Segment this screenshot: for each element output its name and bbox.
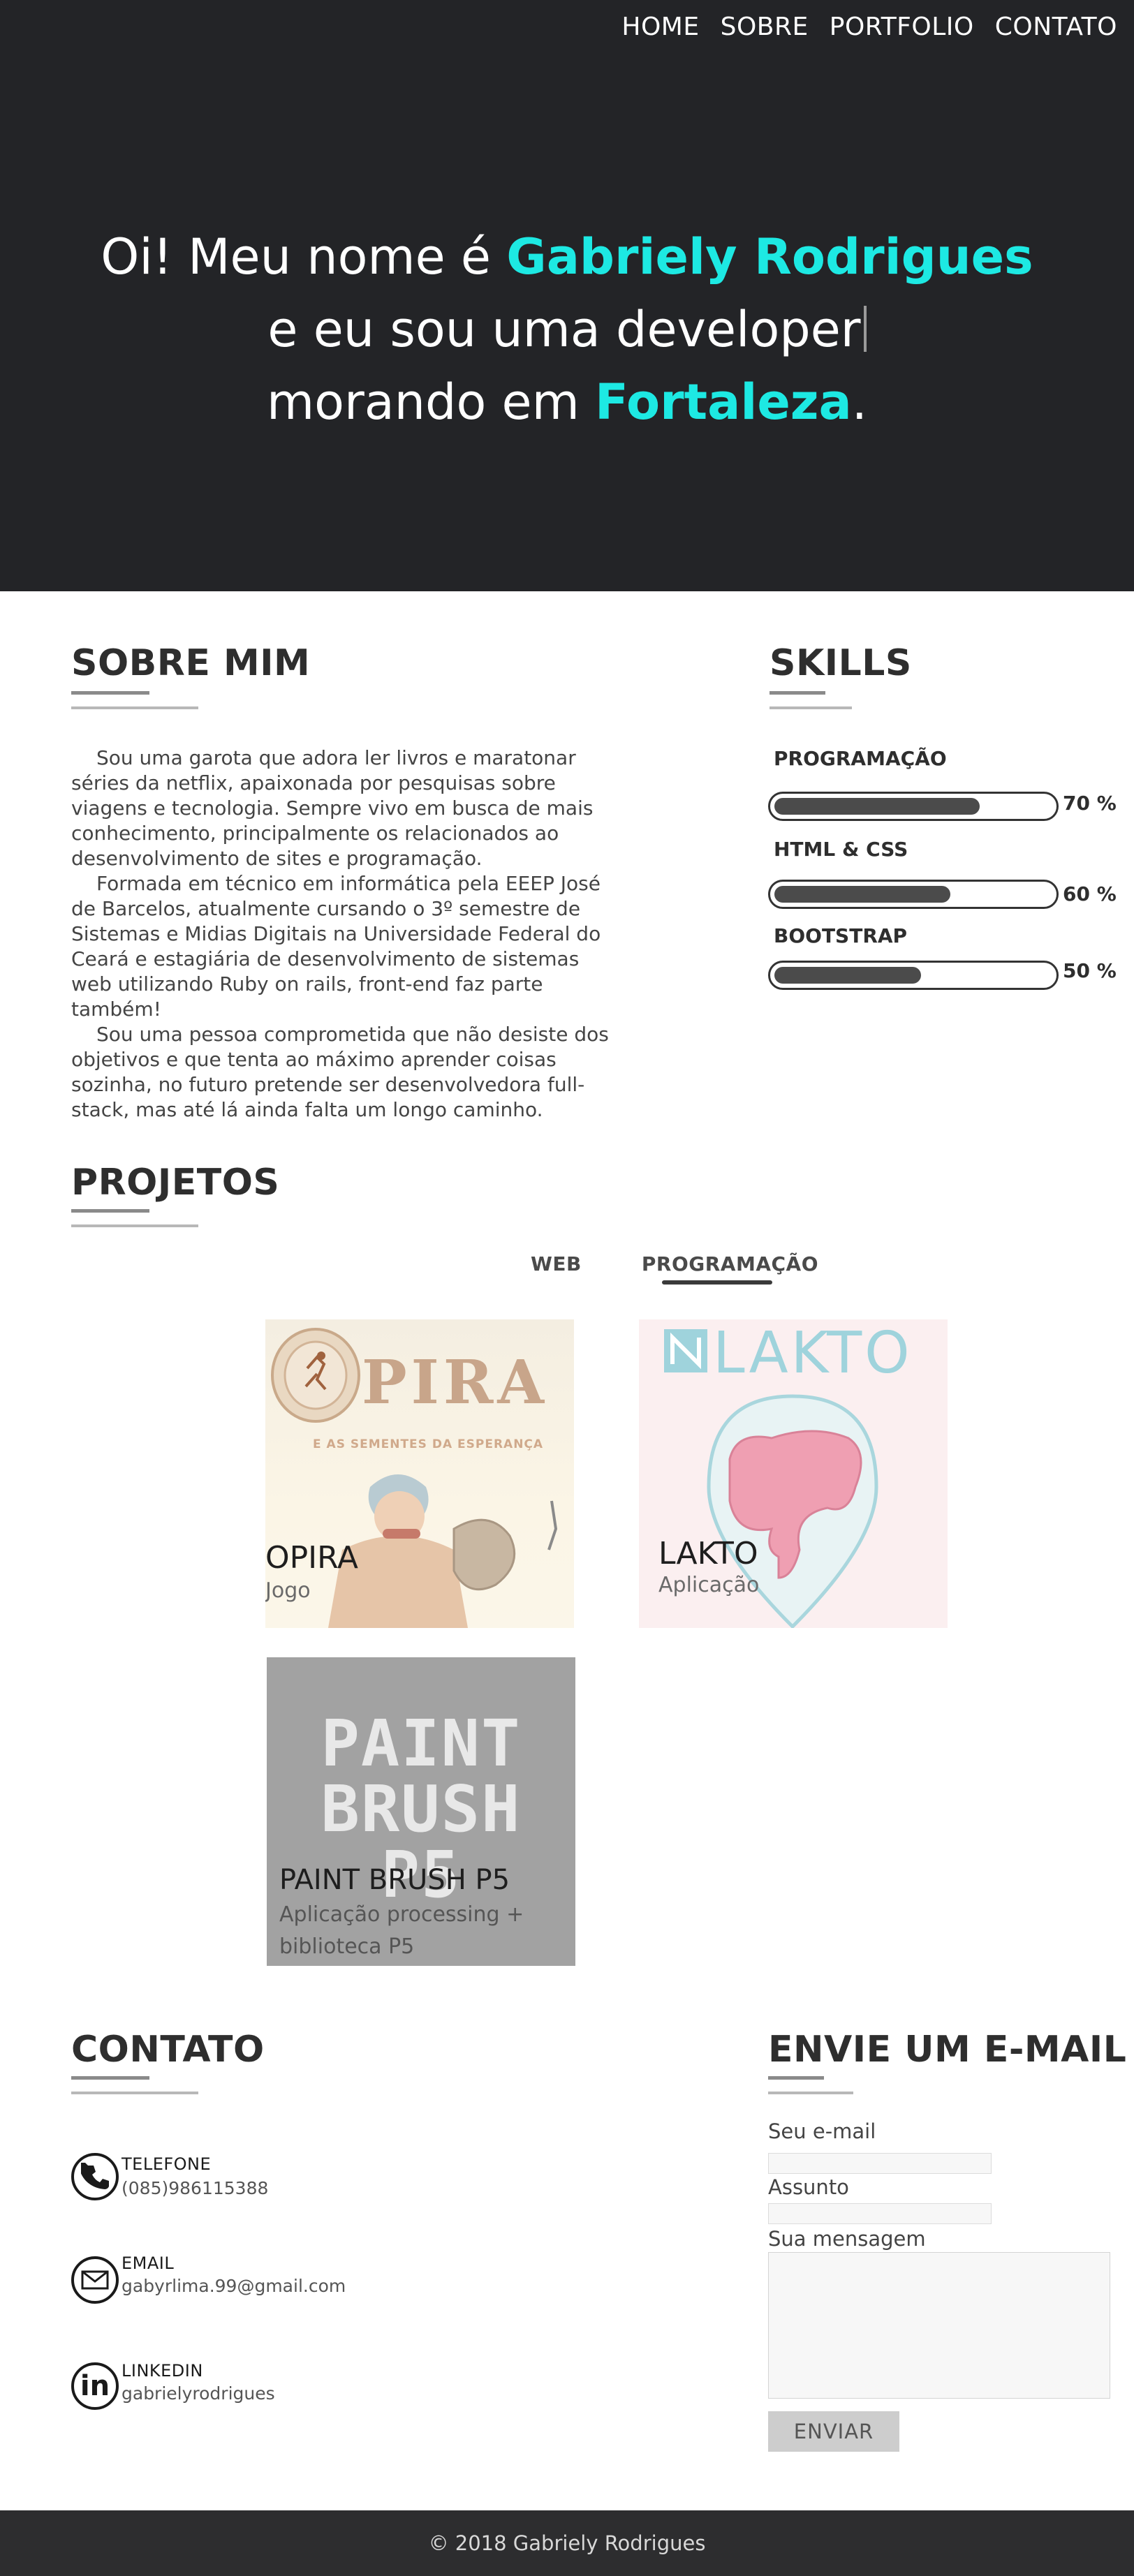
skill-name-html-css: HTML & CSS xyxy=(774,838,908,861)
email-label: Seu e-mail xyxy=(768,2119,876,2143)
send-button[interactable]: ENVIAR xyxy=(768,2411,899,2452)
project-card-lakto[interactable]: LAKTO LAKTO Aplicação xyxy=(639,1319,948,1628)
about-title: SOBRE MIM xyxy=(71,642,311,684)
footer: © 2018 Gabriely Rodrigues xyxy=(0,2510,1134,2576)
hero-role: e eu sou uma developer xyxy=(267,301,861,358)
hero-section: HOME SOBRE PORTFOLIO CONTATO Oi! Meu nom… xyxy=(0,0,1134,591)
contact-value-email[interactable]: gabyrlima.99@gmail.com xyxy=(122,2276,346,2296)
lakto-art-title: LAKTO xyxy=(713,1320,913,1386)
paint-art-word-2: BRUSH xyxy=(321,1772,522,1846)
hero-headline: Oi! Meu nome é Gabriely Rodrigues e eu s… xyxy=(0,221,1134,438)
about-paragraph-2: Formada em técnico em informática pela E… xyxy=(71,872,601,1021)
skill-percent-programacao: 70 % xyxy=(1063,792,1117,815)
skill-fill xyxy=(774,798,980,815)
envelope-icon xyxy=(71,2256,119,2304)
nav-portfolio[interactable]: PORTFOLIO xyxy=(830,13,974,41)
hero-line-2: e eu sou uma developer xyxy=(0,293,1134,366)
opira-art-title: PIRA xyxy=(362,1347,548,1418)
project-subtitle: Aplicação processing + biblioteca P5 xyxy=(279,1902,524,1959)
skill-bar-bootstrap xyxy=(768,961,1059,990)
hero-line-3: morando em Fortaleza. xyxy=(0,366,1134,438)
skill-fill xyxy=(774,886,950,903)
nav-home[interactable]: HOME xyxy=(621,13,699,41)
linkedin-icon[interactable]: in xyxy=(71,2362,119,2410)
projects-title: PROJETOS xyxy=(71,1162,280,1204)
skill-percent-html-css: 60 % xyxy=(1063,882,1117,905)
project-title: LAKTO xyxy=(658,1536,758,1571)
contact-title: CONTATO xyxy=(71,2029,265,2071)
hero-line-1: Oi! Meu nome é Gabriely Rodrigues xyxy=(0,221,1134,293)
hero-city: Fortaleza xyxy=(595,373,852,431)
hero-period: . xyxy=(851,373,868,431)
paint-art-word-1: PAINT xyxy=(321,1706,522,1781)
nav-sobre[interactable]: SOBRE xyxy=(721,13,809,41)
hero-name: Gabriely Rodrigues xyxy=(506,228,1033,286)
skill-percent-bootstrap: 50 % xyxy=(1063,959,1117,982)
tab-programacao[interactable]: PROGRAMAÇÃO xyxy=(642,1252,818,1275)
tab-web[interactable]: WEB xyxy=(531,1252,582,1275)
hero-greeting: Oi! Meu nome é xyxy=(101,228,507,286)
skill-name-bootstrap: BOOTSTRAP xyxy=(774,924,908,947)
about-text: Sou uma garota que adora ler livros e ma… xyxy=(71,746,623,1123)
nav-contato[interactable]: CONTATO xyxy=(995,13,1117,41)
opira-art-subtitle: E AS SEMENTES DA ESPERANÇA xyxy=(313,1437,543,1451)
main-nav: HOME SOBRE PORTFOLIO CONTATO xyxy=(621,13,1117,41)
project-card-opira[interactable]: PIRA E AS SEMENTES DA ESPERANÇA OPIRA Jo… xyxy=(265,1319,574,1628)
contact-label-email: EMAIL xyxy=(122,2253,175,2273)
about-paragraph-3: Sou uma pessoa comprometida que não desi… xyxy=(71,1023,609,1121)
skill-name-programacao: PROGRAMAÇÃO xyxy=(774,747,947,770)
phone-icon xyxy=(71,2153,119,2200)
footer-copyright: © 2018 Gabriely Rodrigues xyxy=(428,2531,706,2555)
skills-title: SKILLS xyxy=(770,642,912,684)
subject-label: Assunto xyxy=(768,2175,849,2199)
project-card-paint-brush[interactable]: PAINT BRUSH P5 PAINT BRUSH P5 Aplicação … xyxy=(267,1657,575,1966)
contact-label-linkedin: LINKEDIN xyxy=(122,2361,203,2381)
skill-fill xyxy=(774,967,921,984)
contact-label-telefone: TELEFONE xyxy=(122,2154,212,2174)
active-tab-indicator xyxy=(662,1280,772,1285)
typing-cursor xyxy=(863,306,867,352)
contact-value-linkedin[interactable]: gabrielyrodrigues xyxy=(122,2383,275,2404)
project-title: PAINT BRUSH P5 xyxy=(279,1864,510,1896)
email-field[interactable] xyxy=(768,2153,992,2174)
email-form-title: ENVIE UM E-MAIL xyxy=(768,2029,1127,2071)
project-title: OPIRA xyxy=(265,1540,359,1576)
about-paragraph-1: Sou uma garota que adora ler livros e ma… xyxy=(71,746,594,870)
skill-bar-html-css xyxy=(768,880,1059,909)
opira-artwork: PIRA E AS SEMENTES DA ESPERANÇA xyxy=(271,1328,558,1628)
subject-field[interactable] xyxy=(768,2203,992,2224)
project-filter-tabs: WEB PROGRAMAÇÃO xyxy=(531,1252,818,1275)
project-subtitle: Jogo xyxy=(265,1578,311,1603)
hero-location-prefix: morando em xyxy=(266,373,596,431)
message-field[interactable] xyxy=(768,2252,1110,2399)
contact-value-telefone[interactable]: (085)986115388 xyxy=(122,2178,268,2198)
skill-bar-programacao xyxy=(768,792,1059,821)
project-subtitle: Aplicação xyxy=(658,1573,760,1597)
message-label: Sua mensagem xyxy=(768,2227,926,2251)
